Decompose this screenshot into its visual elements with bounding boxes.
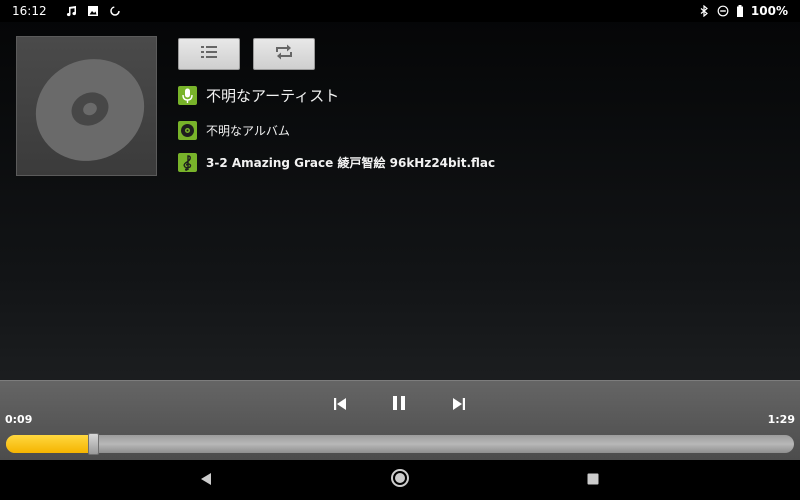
seek-progress bbox=[6, 435, 93, 453]
next-button[interactable] bbox=[448, 395, 470, 415]
previous-button[interactable] bbox=[329, 395, 351, 415]
file-name: 3-2 Amazing Grace 綾戸智絵 96kHz24bit.flac bbox=[206, 156, 496, 170]
image-icon bbox=[87, 5, 99, 17]
total-time: 1:29 bbox=[767, 413, 795, 426]
recents-icon bbox=[586, 471, 600, 490]
elapsed-time: 0:09 bbox=[5, 413, 33, 426]
home-icon bbox=[390, 468, 410, 492]
recents-button[interactable] bbox=[583, 470, 603, 490]
album-icon bbox=[178, 121, 197, 140]
status-time: 16:12 bbox=[12, 4, 47, 18]
treble-clef-icon bbox=[178, 153, 197, 172]
back-button[interactable] bbox=[196, 470, 216, 490]
seek-bar[interactable] bbox=[6, 435, 794, 453]
previous-icon bbox=[333, 396, 347, 415]
album-name: 不明なアルバム bbox=[206, 124, 290, 138]
disc-icon bbox=[35, 59, 145, 161]
seek-thumb[interactable] bbox=[88, 433, 99, 455]
playlist-button[interactable] bbox=[178, 38, 240, 70]
navigation-bar bbox=[0, 460, 800, 500]
microphone-icon bbox=[178, 86, 197, 105]
album-art bbox=[16, 36, 157, 176]
sync-icon bbox=[109, 5, 121, 17]
repeat-button[interactable] bbox=[253, 38, 315, 70]
battery-icon bbox=[736, 5, 744, 17]
battery-percent: 100% bbox=[750, 4, 788, 18]
next-icon bbox=[452, 396, 466, 415]
repeat-icon bbox=[273, 43, 295, 65]
music-note-icon bbox=[65, 5, 77, 17]
back-icon bbox=[199, 471, 213, 490]
album-row: 不明なアルバム bbox=[178, 121, 290, 140]
home-button[interactable] bbox=[390, 468, 410, 492]
pause-button[interactable] bbox=[388, 395, 410, 415]
artist-row: 不明なアーティスト bbox=[178, 85, 339, 106]
do-not-disturb-icon bbox=[717, 5, 729, 17]
artist-name: 不明なアーティスト bbox=[206, 87, 340, 105]
playlist-icon bbox=[198, 44, 220, 64]
bluetooth-icon bbox=[698, 4, 710, 18]
file-row: 3-2 Amazing Grace 綾戸智絵 96kHz24bit.flac bbox=[178, 153, 495, 172]
player-panel: 0:09 1:29 bbox=[0, 380, 800, 460]
status-bar: 16:12 100% bbox=[0, 0, 800, 22]
pause-icon bbox=[391, 395, 407, 415]
